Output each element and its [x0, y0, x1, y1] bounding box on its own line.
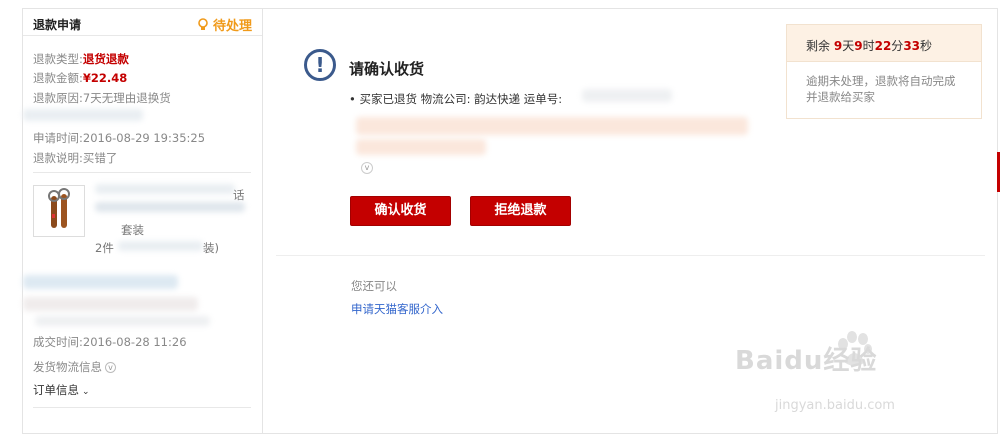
redacted-block — [23, 297, 198, 311]
baidu-watermark-url: jingyan.baidu.com — [775, 398, 895, 413]
deal-time-value: 2016-08-28 11:26 — [82, 335, 187, 349]
redacted-block — [35, 316, 210, 326]
product-name-fragment: 话 — [233, 188, 245, 202]
refund-type-value: 退货退款 — [82, 52, 129, 66]
request-intervention-link[interactable]: 申请天猫客服介入 — [351, 301, 443, 317]
refund-panel-title: 退款申请 — [33, 18, 82, 32]
countdown-note: 逾期未处理，退款将自动完成 并退款给买家 — [806, 74, 956, 104]
refund-amount-row: 退款金额:¥22.48 — [33, 71, 128, 85]
exclamation-icon: ! — [304, 49, 336, 81]
confirm-receipt-button[interactable]: 确认收货 — [350, 196, 451, 226]
refund-type-row: 退款类型:退货退款 — [33, 52, 129, 66]
countdown-timer: 剩余 9天9时22分33秒 — [787, 25, 981, 62]
divider — [276, 255, 985, 256]
product-sku-fragment: 装) — [203, 241, 219, 255]
shipping-info-toggle[interactable]: 发货物流信息 v — [33, 359, 116, 375]
product-thumbnail[interactable] — [33, 185, 85, 237]
refund-amount-value: ¥22.48 — [82, 71, 128, 85]
apply-time-value: 2016-08-29 19:35:25 — [82, 131, 206, 145]
refund-panel-header: 退款申请 待处理 — [23, 9, 262, 36]
order-info-toggle[interactable]: 订单信息 ⌄ — [33, 382, 90, 398]
chevron-down-icon: v — [105, 362, 116, 373]
divider — [33, 407, 251, 408]
chevron-down-icon: ⌄ — [82, 387, 90, 397]
refund-reason-row: 退款原因:7天无理由退换货 — [33, 91, 171, 105]
redacted-block — [95, 202, 245, 212]
deal-time-row: 成交时间:2016-08-28 11:26 — [33, 335, 187, 349]
page-title: 请确认收货 — [349, 60, 425, 78]
refund-summary-panel: 退款申请 待处理 退款类型:退货退款 退款金额:¥22.48 退款原因:7天无理… — [23, 9, 263, 433]
redacted-block — [95, 184, 235, 194]
also-label: 您还可以 — [351, 279, 397, 293]
expand-chevron-icon[interactable]: v — [361, 162, 373, 174]
product-sku-fragment: 2件 — [95, 241, 114, 255]
wrench-product-image — [48, 188, 70, 228]
redacted-block — [23, 275, 178, 289]
redacted-block — [356, 139, 486, 155]
countdown-box: 剩余 9天9时22分33秒 逾期未处理，退款将自动完成 并退款给买家 — [786, 24, 982, 119]
redacted-block — [23, 109, 143, 121]
apply-time-row: 申请时间:2016-08-29 19:35:25 — [33, 131, 206, 145]
status-text: 待处理 — [212, 19, 252, 34]
baidu-watermark: Baidu经验 — [735, 346, 878, 376]
reject-refund-button[interactable]: 拒绝退款 — [470, 196, 571, 226]
main-content: ! 请确认收货 • 买家已退货 物流公司: 韵达快递 运单号: v 确认收货 拒… — [264, 9, 997, 433]
redacted-tracking-number — [582, 89, 672, 102]
redacted-block — [118, 241, 203, 251]
shipping-line: • 买家已退货 物流公司: 韵达快递 运单号: — [349, 92, 563, 106]
redacted-block — [356, 117, 748, 135]
product-name-fragment: 套装 — [121, 223, 144, 237]
divider — [33, 172, 251, 173]
status-badge: 待处理 — [197, 15, 252, 34]
lightbulb-icon — [198, 17, 208, 30]
refund-note-value: 买错了 — [82, 151, 118, 165]
refund-reason-value: 7天无理由退换货 — [82, 91, 171, 105]
refund-note-row: 退款说明:买错了 — [33, 151, 118, 165]
